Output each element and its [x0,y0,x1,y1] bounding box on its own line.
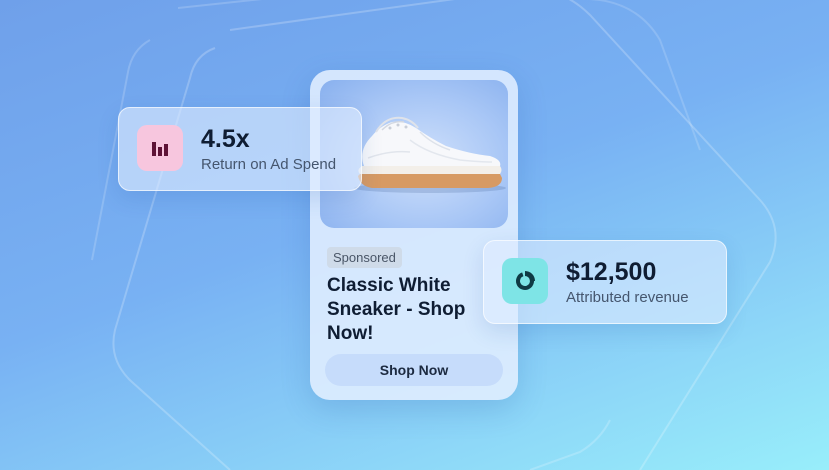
shop-now-button[interactable]: Shop Now [325,354,503,386]
roas-value: 4.5x [201,125,250,153]
bar-chart-icon [137,125,183,171]
pie-chart-icon [502,258,548,304]
roas-label: Return on Ad Spend [201,156,337,173]
revenue-label: Attributed revenue [566,289,689,306]
revenue-stat-card: $12,500 Attributed revenue [483,240,727,324]
revenue-value: $12,500 [566,258,657,286]
product-title[interactable]: Classic White Sneaker - Shop Now! [327,274,507,346]
sponsored-badge: Sponsored [327,247,402,268]
roas-stat-card: 4.5x Return on Ad Spend [118,107,362,191]
